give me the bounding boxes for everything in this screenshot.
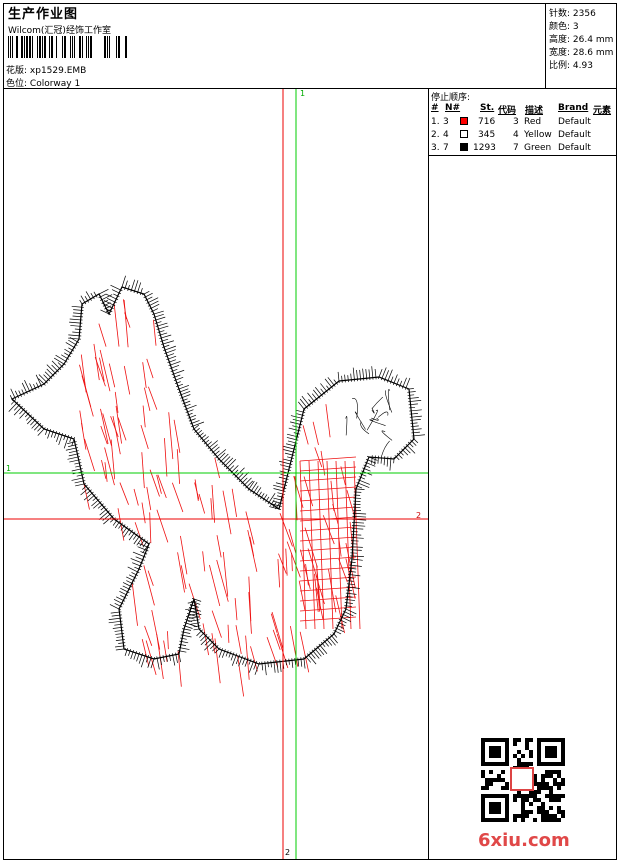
design-value: xp1529.EMB [29, 66, 87, 76]
colorway-line: 色位: Colorway 1 [6, 76, 80, 89]
col-code: 代码 [498, 106, 517, 116]
design-label: 花版: [6, 66, 28, 76]
color-swatch-red [460, 117, 468, 125]
stat-stitches: 针数: 2356 [549, 9, 596, 19]
stats-divider [545, 3, 546, 89]
embroidery-canvas [4, 89, 428, 859]
col-num: # [431, 103, 439, 113]
stitch-outline-black [8, 275, 425, 676]
color-swatch-black [460, 143, 468, 151]
stat-scale: 比例: 4.93 [549, 61, 593, 71]
col-desc: 描述 [525, 106, 544, 116]
stat-height: 高度: 26.4 mm [549, 35, 614, 45]
panel-divider [428, 88, 429, 860]
col-n: N# [445, 103, 461, 113]
watermark-logo: 6xiu.com [478, 830, 570, 851]
stat-colors: 颜色: 3 [549, 22, 579, 32]
sequence-title: 停止顺序: [431, 93, 471, 103]
axis-label-top: 1 [300, 89, 306, 98]
barcode [8, 36, 127, 58]
design-line: 花版: xp1529.EMB [6, 63, 86, 76]
col-brand: Brand [558, 103, 589, 113]
stat-width: 宽度: 28.6 mm [549, 48, 614, 58]
studio-subtitle: Wilcom(汇冠)经饰工作室 [8, 26, 111, 36]
colorway-value: Colorway 1 [29, 79, 81, 89]
col-st: St. [480, 103, 495, 113]
qr-code-icon [481, 738, 565, 822]
axis-label-left: 1 [6, 464, 12, 473]
sequence-bottom-divider [428, 155, 617, 156]
colorway-label: 色位: [6, 79, 28, 89]
color-swatch-white [460, 130, 468, 138]
page-title: 生产作业图 [8, 7, 79, 22]
col-element: 元素 [593, 106, 612, 116]
axis-label-bottom: 2 [285, 848, 291, 857]
axis-label-right: 2 [416, 511, 422, 520]
